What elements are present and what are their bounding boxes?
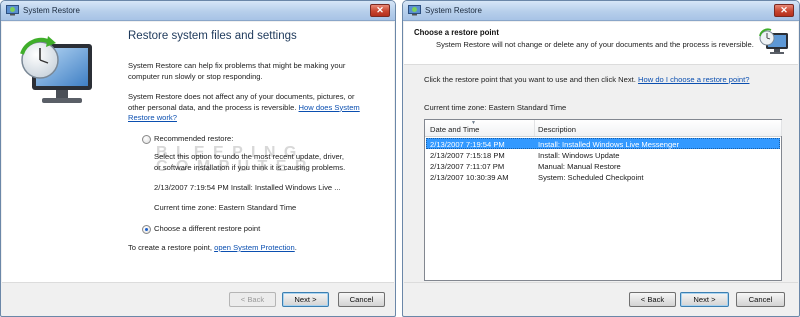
back-button[interactable]: < Back [629, 292, 676, 307]
system-restore-window-left: System Restore ✕ Restore system files an… [0, 0, 396, 317]
note-text: System Restore does not affect any of yo… [128, 92, 360, 124]
title-bar[interactable]: System Restore ✕ [1, 1, 395, 21]
recommended-restore-point: 2/13/2007 7:19:54 PM Install: Installed … [154, 183, 341, 192]
page-title: Choose a restore point [414, 28, 499, 37]
row-date: 2/13/2007 7:19:54 PM [430, 140, 505, 149]
restore-point-list[interactable]: Date and Time ▼ Description 2/13/2007 7:… [424, 119, 782, 281]
row-description: System: Scheduled Checkpoint [538, 173, 644, 182]
back-button[interactable]: < Back [229, 292, 276, 307]
table-row[interactable]: 2/13/2007 7:19:54 PM Install: Installed … [426, 138, 780, 149]
column-header-description[interactable]: Description [538, 125, 576, 134]
create-restore-point-text: To create a restore point, open System P… [128, 243, 297, 252]
row-date: 2/13/2007 10:30:39 AM [430, 173, 509, 182]
row-description: Install: Windows Update [538, 151, 620, 160]
how-restore-works-link[interactable]: How does System [299, 103, 360, 112]
how-to-choose-link[interactable]: How do I choose a restore point? [638, 75, 749, 84]
restore-clock-monitor-icon [20, 36, 92, 103]
side-art-panel [2, 22, 120, 282]
page-subtitle: System Restore will not change or delete… [436, 40, 754, 49]
intro-text: System Restore can help fix problems tha… [128, 61, 346, 81]
list-header: Date and Time ▼ Description [425, 120, 782, 137]
choose-different-label[interactable]: Choose a different restore point [154, 224, 260, 235]
close-icon: ✕ [780, 5, 788, 15]
cancel-button[interactable]: Cancel [338, 292, 385, 307]
table-row[interactable]: 2/13/2007 7:15:18 PM Install: Windows Up… [426, 150, 780, 161]
choose-different-radio[interactable] [142, 225, 151, 234]
window-title: System Restore [23, 6, 80, 15]
window-title: System Restore [425, 6, 482, 15]
system-restore-icon [6, 5, 19, 16]
column-header-date-time[interactable]: Date and Time [430, 125, 479, 134]
table-row[interactable]: 2/13/2007 10:30:39 AM System: Scheduled … [426, 172, 780, 183]
next-button[interactable]: Next > [680, 292, 729, 307]
column-divider[interactable] [781, 120, 782, 136]
current-time-zone: Current time zone: Eastern Standard Time [154, 203, 297, 212]
content-panel: Click the restore point that you want to… [404, 66, 798, 282]
recommended-restore-label[interactable]: Recommended restore: [154, 134, 233, 145]
recommended-restore-description: Select this option to undo the most rece… [154, 152, 346, 172]
current-time-zone: Current time zone: Eastern Standard Time [424, 103, 567, 112]
open-system-protection-link[interactable]: open System Protection [214, 243, 295, 252]
close-button[interactable]: ✕ [370, 4, 390, 17]
next-button[interactable]: Next > [282, 292, 329, 307]
row-description: Install: Installed Windows Live Messenge… [538, 140, 679, 149]
button-bar: < Back Next > Cancel [2, 282, 394, 315]
button-bar: < Back Next > Cancel [404, 282, 798, 315]
wizard-header: Choose a restore point System Restore wi… [404, 22, 798, 65]
how-restore-works-link-cont[interactable]: Restore work? [128, 113, 360, 124]
row-date: 2/13/2007 7:15:18 PM [430, 151, 505, 160]
column-divider[interactable] [534, 120, 535, 136]
close-icon: ✕ [376, 5, 384, 15]
cancel-button[interactable]: Cancel [736, 292, 785, 307]
row-date: 2/13/2007 7:11:07 PM [430, 162, 505, 171]
table-row[interactable]: 2/13/2007 7:11:07 PM Manual: Manual Rest… [426, 161, 780, 172]
sort-arrow-icon: ▼ [471, 120, 476, 126]
instruction-text: Click the restore point that you want to… [424, 75, 750, 84]
title-bar[interactable]: System Restore ✕ [403, 1, 799, 21]
close-button[interactable]: ✕ [774, 4, 794, 17]
row-description: Manual: Manual Restore [538, 162, 621, 171]
recommended-restore-radio[interactable] [142, 135, 151, 144]
system-restore-icon [408, 5, 421, 16]
page-title: Restore system files and settings [128, 30, 297, 42]
content-panel: Restore system files and settings System… [120, 22, 394, 282]
system-restore-window-right: System Restore ✕ Choose a restore point … [402, 0, 800, 317]
restore-clock-monitor-icon [759, 28, 788, 54]
